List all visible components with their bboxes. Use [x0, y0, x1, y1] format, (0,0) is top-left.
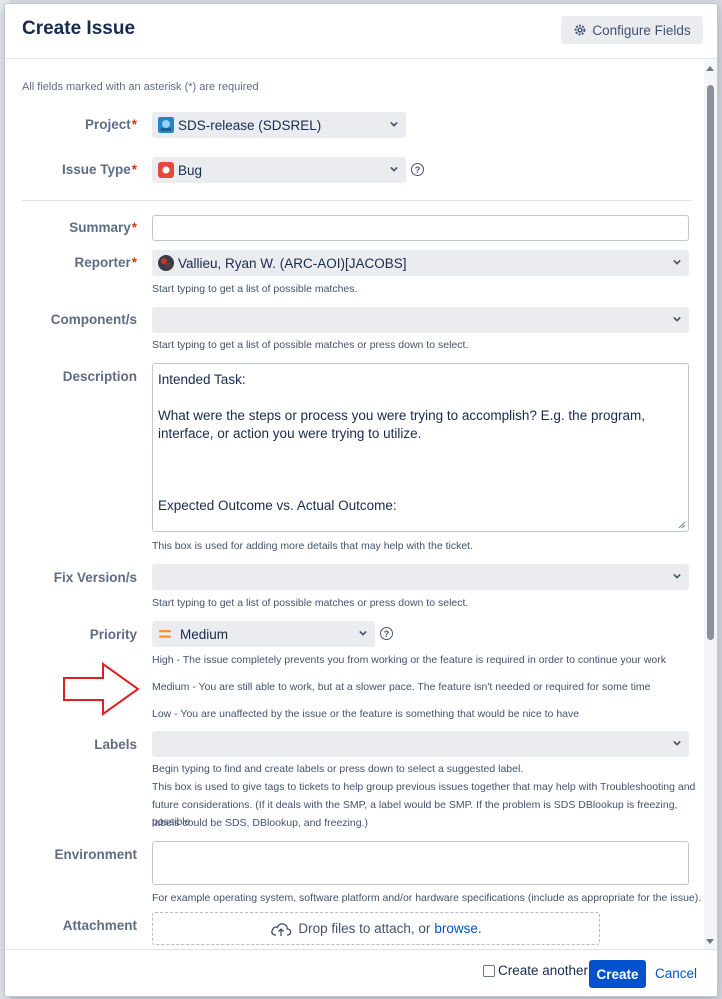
fix-version-help: Start typing to get a list of possible m… — [152, 597, 469, 609]
project-value: SDS-release (SDSREL) — [178, 117, 322, 133]
create-button[interactable]: Create — [589, 960, 646, 988]
description-label: Description — [62, 369, 137, 384]
browse-link[interactable]: browse. — [434, 921, 481, 936]
description-line — [158, 389, 683, 407]
labels-label: Labels — [94, 737, 137, 752]
dialog-header: Create Issue Configure Fields — [5, 4, 717, 59]
bug-icon — [158, 162, 174, 178]
components-select[interactable] — [152, 307, 689, 333]
labels-help-4: labels could be SDS, DBlookup, and freez… — [152, 817, 368, 829]
summary-input[interactable] — [152, 215, 689, 241]
chevron-down-icon — [673, 573, 681, 579]
chevron-down-icon — [673, 259, 681, 265]
environment-help: For example operating system, software p… — [152, 892, 702, 904]
description-line — [158, 461, 683, 479]
labels-help-1: Begin typing to find and create labels o… — [152, 763, 524, 775]
attachment-dropzone[interactable]: Drop files to attach, or browse. — [152, 912, 600, 945]
fix-version-label: Fix Version/s — [53, 570, 137, 585]
required-note: All fields marked with an asterisk (*) a… — [22, 81, 259, 93]
chevron-down-icon — [673, 316, 681, 322]
project-select[interactable]: SDS-release (SDSREL) — [152, 112, 406, 138]
description-line: What were the steps or process you were … — [158, 408, 645, 441]
cloud-upload-icon — [271, 922, 292, 936]
attachment-drop-text: Drop files to attach, or — [298, 921, 431, 936]
priority-value: Medium — [180, 626, 229, 642]
configure-fields-label: Configure Fields — [592, 22, 691, 38]
resize-handle-icon[interactable] — [678, 521, 686, 529]
chevron-down-icon — [673, 740, 681, 746]
description-line: Intended Task: — [158, 372, 246, 387]
dialog-footer: Create another Create Cancel — [5, 949, 717, 996]
create-another-label: Create another — [498, 963, 589, 978]
scroll-down-icon[interactable] — [706, 939, 714, 944]
priority-help-low: Low - You are unaffected by the issue or… — [152, 708, 580, 720]
components-help: Start typing to get a list of possible m… — [152, 339, 469, 351]
create-another-option[interactable]: Create another — [483, 963, 588, 978]
issue-type-label: Issue Type* — [61, 162, 137, 177]
components-label: Component/s — [50, 312, 137, 327]
labels-select[interactable] — [152, 731, 689, 757]
fix-version-select[interactable] — [152, 564, 689, 590]
description-line — [158, 479, 683, 497]
question-circle-icon[interactable]: ? — [380, 627, 393, 640]
red-arrow-icon — [63, 662, 140, 716]
create-another-checkbox[interactable] — [483, 964, 495, 977]
section-divider — [22, 200, 691, 201]
configure-fields-button[interactable]: Configure Fields — [561, 16, 703, 44]
issue-type-select[interactable]: Bug — [152, 157, 406, 183]
issue-type-value: Bug — [178, 162, 203, 178]
create-issue-dialog: Create Issue Configure Fields All fields… — [4, 3, 718, 997]
reporter-help: Start typing to get a list of possible m… — [152, 283, 358, 295]
attachment-label: Attachment — [62, 918, 137, 933]
user-avatar-icon — [158, 255, 174, 271]
cancel-link[interactable]: Cancel — [655, 966, 697, 981]
priority-help-high: High - The issue completely prevents you… — [152, 654, 666, 666]
priority-select[interactable]: Medium — [152, 621, 375, 647]
priority-label: Priority — [89, 627, 137, 642]
scroll-up-icon[interactable] — [706, 66, 714, 71]
description-line — [158, 443, 683, 461]
dialog-body: All fields marked with an asterisk (*) a… — [5, 60, 717, 950]
scroll-thumb[interactable] — [707, 85, 714, 640]
project-label: Project* — [84, 117, 137, 132]
environment-textarea[interactable] — [152, 841, 689, 885]
scrollbar[interactable] — [704, 60, 717, 950]
chevron-down-icon — [390, 166, 398, 172]
environment-label: Environment — [54, 847, 137, 862]
description-help: This box is used for adding more details… — [152, 540, 473, 552]
summary-label: Summary* — [69, 220, 137, 235]
reporter-select[interactable]: Vallieu, Ryan W. (ARC-AOI)[JACOBS] — [152, 250, 689, 276]
priority-help-medium: Medium - You are still able to work, but… — [152, 681, 651, 693]
chevron-down-icon — [359, 630, 367, 636]
question-circle-icon[interactable]: ? — [411, 163, 424, 176]
reporter-label: Reporter* — [74, 255, 137, 270]
description-line: Expected Outcome vs. Actual Outcome: — [158, 498, 397, 513]
chevron-down-icon — [390, 121, 398, 127]
project-avatar-icon — [158, 117, 174, 133]
dialog-title: Create Issue — [22, 18, 136, 39]
labels-help-2: This box is used to give tags to tickets… — [152, 781, 696, 793]
gear-icon — [575, 24, 586, 36]
priority-medium-icon — [159, 630, 171, 638]
reporter-value: Vallieu, Ryan W. (ARC-AOI)[JACOBS] — [178, 255, 407, 271]
description-textarea[interactable]: Intended Task: What were the steps or pr… — [152, 363, 689, 532]
